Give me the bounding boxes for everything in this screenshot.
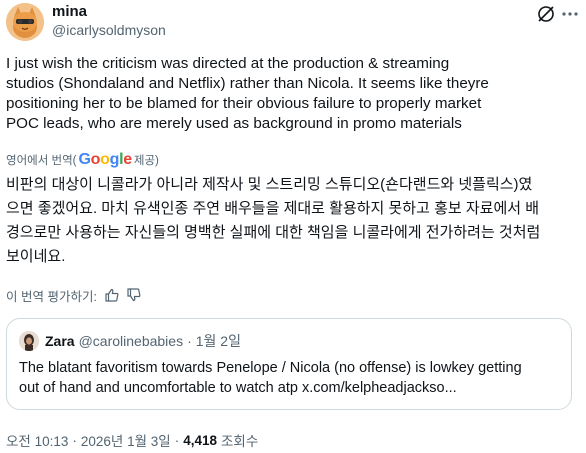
tweet-time[interactable]: 오전 10:13	[6, 430, 68, 450]
thumbs-up-icon[interactable]	[105, 288, 119, 302]
rate-translation-label: 이 번역 평가하기:	[6, 289, 97, 304]
translation-source-label: 영어에서 번역(	[6, 155, 77, 167]
translation-provider-suffix: 제공)	[133, 155, 159, 167]
quote-display-name: Zara	[45, 333, 75, 349]
quote-date: 1월 2일	[195, 333, 241, 349]
grok-icon[interactable]	[536, 4, 556, 24]
meta-separator: ·	[72, 432, 77, 448]
author-display-name[interactable]: mina	[52, 2, 166, 21]
more-icon[interactable]	[560, 4, 580, 24]
meta-separator-2: ·	[174, 432, 180, 448]
author-names: mina @icarlysoldmyson	[52, 2, 166, 39]
thumbs-down-icon[interactable]	[127, 288, 141, 302]
quote-handle: @carolinebabies	[78, 333, 184, 349]
quote-text: The blatant favoritism towards Penelope …	[19, 360, 522, 396]
rate-translation: 이 번역 평가하기:	[6, 286, 141, 304]
tweet-meta: 오전 10:13 · 2026년 1월 3일 · 4,418 조회수	[6, 430, 258, 450]
avatar[interactable]	[6, 3, 44, 41]
quote-separator: ·	[187, 333, 192, 349]
tweet-text: I just wish the criticism was directed a…	[6, 55, 489, 132]
translation-attribution: 영어에서 번역( Google 제공)	[6, 151, 159, 169]
avatar-image	[6, 3, 44, 41]
view-count: 4,418	[183, 432, 217, 448]
quoted-tweet[interactable]: Zara @carolinebabies · 1월 2일 The blatant…	[6, 318, 572, 410]
quoted-tweet-header: Zara @carolinebabies · 1월 2일	[19, 330, 241, 352]
tweet-header: mina @icarlysoldmyson	[6, 2, 580, 42]
view-count-label: 조회수	[220, 434, 259, 449]
google-logo: Google	[78, 151, 133, 168]
author-handle[interactable]: @icarlysoldmyson	[52, 21, 166, 39]
tweet-date[interactable]: 2026년 1월 3일	[81, 430, 171, 450]
translated-text: 비판의 대상이 니콜라가 아니라 제작사 및 스트리밍 스튜디오(숀다랜드와 넷…	[6, 176, 541, 265]
quote-avatar	[19, 331, 39, 351]
